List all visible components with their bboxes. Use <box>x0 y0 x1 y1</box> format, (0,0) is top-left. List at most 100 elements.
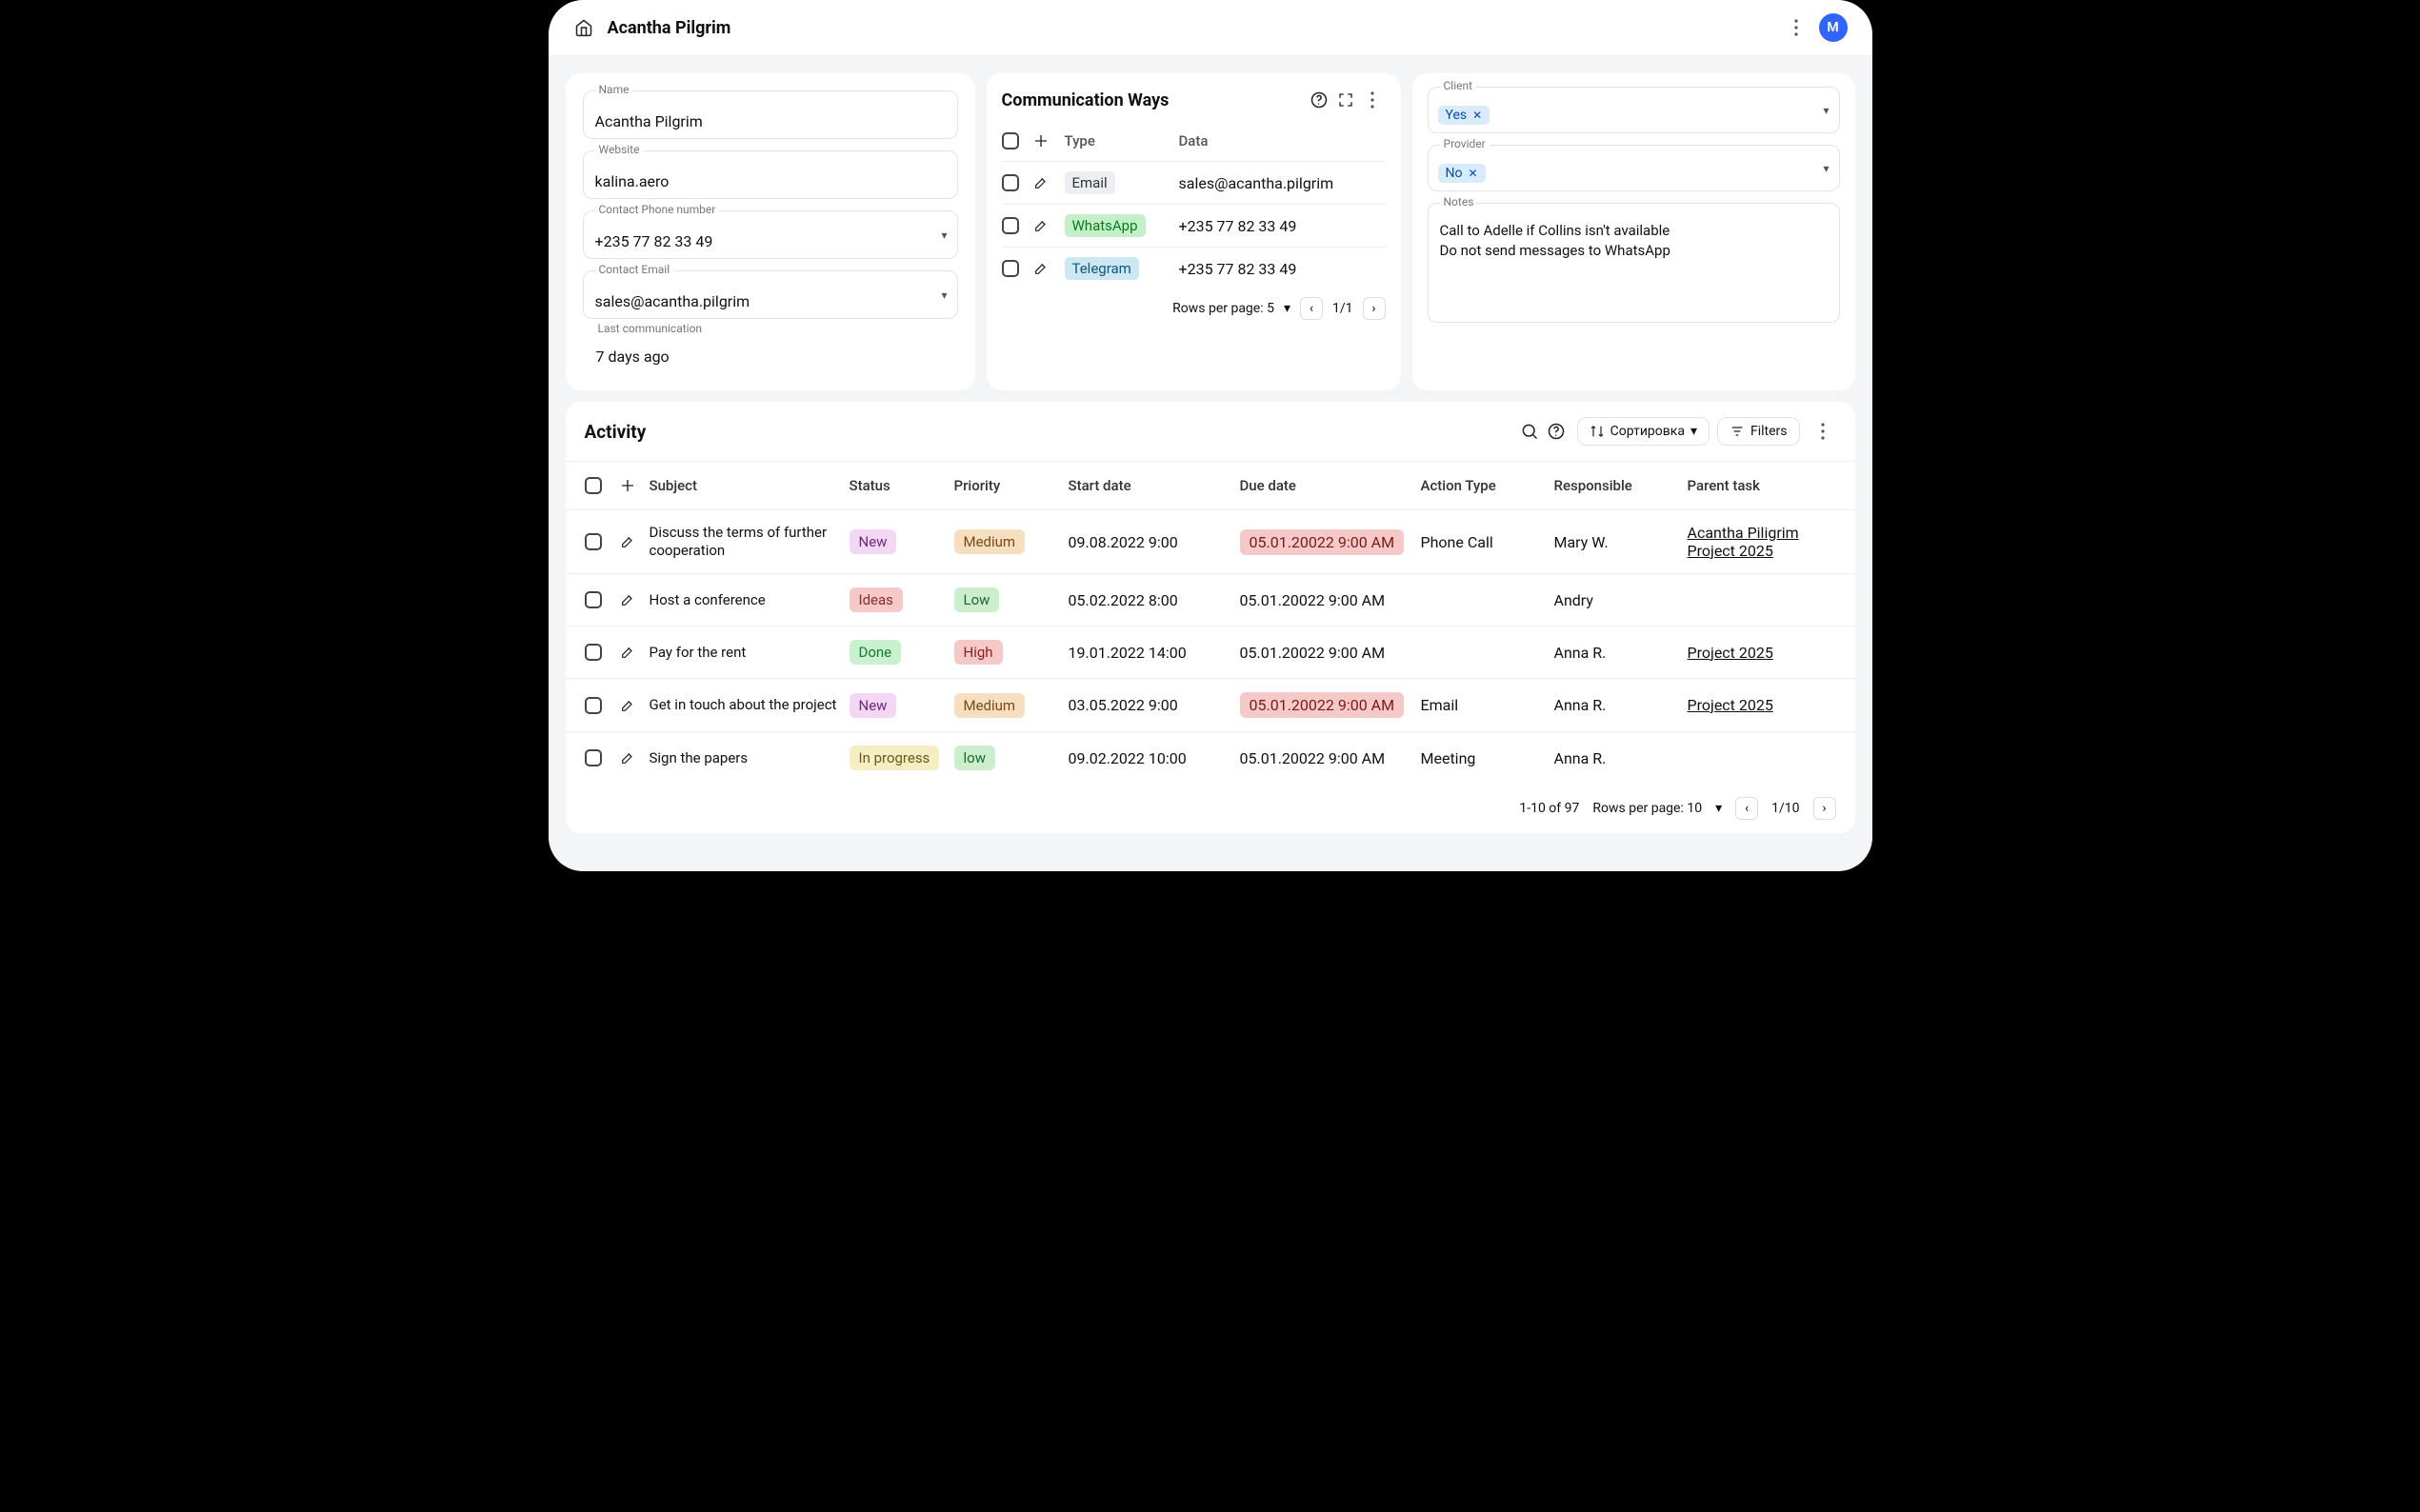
col-action: Action Type <box>1421 477 1554 494</box>
home-icon[interactable] <box>573 17 594 38</box>
chevron-down-icon[interactable]: ▾ <box>1284 301 1290 316</box>
select-all-checkbox[interactable] <box>1002 132 1019 149</box>
type-badge: Email <box>1065 171 1115 194</box>
row-checkbox[interactable] <box>585 697 602 714</box>
row-checkbox[interactable] <box>1002 217 1019 234</box>
row-checkbox[interactable] <box>585 644 602 661</box>
expand-icon[interactable] <box>1332 87 1359 113</box>
due-date: 05.01.20022 9:00 AM <box>1240 529 1405 555</box>
name-field[interactable]: Name Acantha Pilgrim <box>583 90 958 139</box>
website-value: kalina.aero <box>595 172 946 190</box>
prev-page-button[interactable]: ‹ <box>1735 797 1758 820</box>
edit-icon[interactable] <box>617 589 638 610</box>
parent-task-link[interactable]: Project 2025 <box>1688 644 1836 662</box>
comm-row: WhatsApp +235 77 82 33 49 <box>1002 204 1386 247</box>
col-data: Data <box>1179 132 1386 149</box>
edit-icon[interactable] <box>1030 258 1051 279</box>
row-checkbox[interactable] <box>1002 174 1019 191</box>
edit-icon[interactable] <box>617 642 638 663</box>
search-icon[interactable] <box>1516 418 1543 445</box>
type-badge: WhatsApp <box>1065 214 1146 237</box>
subject: Host a conference <box>650 591 850 609</box>
chevron-down-icon[interactable]: ▾ <box>1715 801 1722 816</box>
provider-chip-value: No <box>1446 166 1463 181</box>
subject: Get in touch about the project <box>650 696 850 714</box>
edit-icon[interactable] <box>1030 215 1051 236</box>
comm-data: +235 77 82 33 49 <box>1179 260 1386 278</box>
chevron-down-icon[interactable]: ▾ <box>1823 162 1829 175</box>
row-checkbox[interactable] <box>1002 260 1019 277</box>
more-icon[interactable] <box>1787 18 1806 37</box>
responsible: Anna R. <box>1554 644 1688 662</box>
select-all-checkbox[interactable] <box>585 477 602 494</box>
edit-icon[interactable] <box>617 695 638 716</box>
filters-label: Filters <box>1750 424 1788 439</box>
client-field[interactable]: Client Yes ✕ ▾ <box>1428 87 1840 133</box>
rows-per-page[interactable]: Rows per page: 5 <box>1172 301 1274 316</box>
more-icon[interactable] <box>1810 418 1836 445</box>
start-date: 09.02.2022 10:00 <box>1069 749 1240 767</box>
avatar[interactable]: M <box>1819 13 1848 42</box>
chevron-down-icon[interactable]: ▾ <box>1823 104 1829 117</box>
next-page-button[interactable]: › <box>1363 297 1386 320</box>
client-label: Client <box>1440 79 1477 92</box>
next-page-button[interactable]: › <box>1813 797 1836 820</box>
add-row-button[interactable] <box>1030 130 1051 151</box>
col-start: Start date <box>1069 477 1240 494</box>
activity-row: Sign the papers In progress low 09.02.20… <box>566 731 1855 784</box>
sort-label: Сортировка <box>1610 424 1685 439</box>
parent-task-link[interactable]: Project 2025 <box>1688 696 1836 714</box>
prev-page-button[interactable]: ‹ <box>1300 297 1323 320</box>
lastcomm-field: Last communication 7 days ago <box>583 330 958 373</box>
provider-field[interactable]: Provider No ✕ ▾ <box>1428 145 1840 191</box>
notes-field[interactable]: Notes Call to Adelle if Collins isn't av… <box>1428 203 1840 323</box>
edit-icon[interactable] <box>617 747 638 768</box>
chevron-down-icon[interactable]: ▾ <box>941 288 947 302</box>
email-label: Contact Email <box>595 263 674 276</box>
notes-label: Notes <box>1440 195 1478 209</box>
col-parent: Parent task <box>1688 477 1836 494</box>
edit-icon[interactable] <box>1030 172 1051 193</box>
more-icon[interactable] <box>1359 87 1386 113</box>
page-indicator: 1/10 <box>1771 801 1799 816</box>
responsible: Anna R. <box>1554 696 1688 714</box>
page-title: Acantha Pilgrim <box>608 18 731 38</box>
parent-task-link[interactable]: Acantha Piligrim Project 2025 <box>1688 524 1836 560</box>
activity-row: Get in touch about the project New Mediu… <box>566 678 1855 731</box>
priority-badge: High <box>954 640 1003 665</box>
row-checkbox[interactable] <box>585 749 602 766</box>
activity-row: Host a conference Ideas Low 05.02.2022 8… <box>566 573 1855 626</box>
filters-button[interactable]: Filters <box>1717 417 1800 446</box>
close-icon[interactable]: ✕ <box>1472 109 1482 122</box>
status-badge: Ideas <box>850 587 903 612</box>
due-date: 05.01.20022 9:00 AM <box>1240 692 1405 718</box>
edit-icon[interactable] <box>617 531 638 552</box>
help-icon[interactable] <box>1306 87 1332 113</box>
phone-field[interactable]: Contact Phone number +235 77 82 33 49 ▾ <box>583 210 958 259</box>
add-activity-button[interactable] <box>617 475 638 496</box>
client-chip[interactable]: Yes ✕ <box>1438 106 1490 125</box>
action-type: Email <box>1421 696 1554 714</box>
col-subject: Subject <box>650 477 850 494</box>
provider-chip[interactable]: No ✕ <box>1438 164 1486 183</box>
help-icon[interactable] <box>1543 418 1570 445</box>
phone-label: Contact Phone number <box>595 203 720 216</box>
note-line: Do not send messages to WhatsApp <box>1440 241 1828 261</box>
website-field[interactable]: Website kalina.aero <box>583 150 958 199</box>
lastcomm-label: Last communication <box>594 322 707 335</box>
status-badge: In progress <box>850 746 940 770</box>
row-checkbox[interactable] <box>585 533 602 550</box>
start-date: 05.02.2022 8:00 <box>1069 591 1240 609</box>
sort-button[interactable]: Сортировка ▾ <box>1577 417 1710 446</box>
email-value: sales@acantha.pilgrim <box>595 292 946 310</box>
row-checkbox[interactable] <box>585 591 602 608</box>
chevron-down-icon[interactable]: ▾ <box>941 229 947 242</box>
col-type: Type <box>1065 132 1179 149</box>
activity-title: Activity <box>585 421 1516 443</box>
name-value: Acantha Pilgrim <box>595 112 946 130</box>
email-field[interactable]: Contact Email sales@acantha.pilgrim ▾ <box>583 270 958 319</box>
close-icon[interactable]: ✕ <box>1468 167 1477 180</box>
rows-per-page[interactable]: Rows per page: 10 <box>1592 801 1702 816</box>
comm-table: Type Data Email sales@acantha.pilgrim Wh… <box>1002 121 1386 289</box>
website-label: Website <box>595 143 644 156</box>
